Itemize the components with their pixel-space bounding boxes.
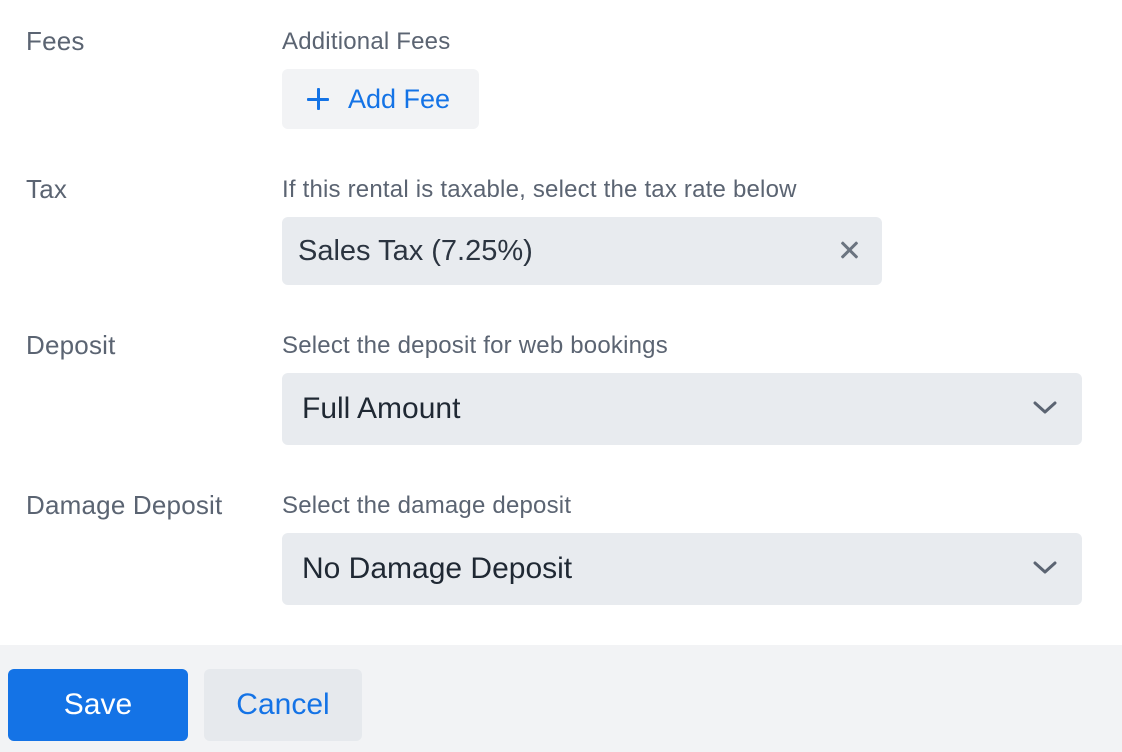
chevron-down-icon — [1033, 560, 1057, 576]
tax-rate-select[interactable]: Sales Tax (7.25%) — [282, 217, 882, 285]
tax-help-text: If this rental is taxable, select the ta… — [282, 176, 797, 203]
damage-deposit-label: Damage Deposit — [26, 490, 223, 520]
form-footer: Save Cancel — [0, 645, 1122, 752]
damage-deposit-select[interactable]: No Damage Deposit — [282, 533, 1082, 605]
chevron-down-icon — [1033, 400, 1057, 416]
fees-help-text: Additional Fees — [282, 28, 451, 55]
deposit-value: Full Amount — [302, 392, 461, 425]
tax-rate-value: Sales Tax (7.25%) — [298, 235, 533, 267]
plus-icon — [306, 87, 330, 111]
add-fee-button[interactable]: Add Fee — [282, 69, 479, 129]
damage-deposit-help-text: Select the damage deposit — [282, 492, 572, 519]
damage-deposit-value: No Damage Deposit — [302, 552, 573, 585]
deposit-label: Deposit — [26, 330, 116, 360]
fees-label: Fees — [26, 26, 85, 56]
add-fee-label: Add Fee — [348, 84, 451, 114]
save-button[interactable]: Save — [8, 669, 188, 741]
cancel-button[interactable]: Cancel — [204, 669, 362, 741]
deposit-select[interactable]: Full Amount — [282, 373, 1082, 445]
tax-label: Tax — [26, 174, 68, 204]
close-icon[interactable] — [838, 239, 860, 261]
deposit-help-text: Select the deposit for web bookings — [282, 332, 668, 359]
